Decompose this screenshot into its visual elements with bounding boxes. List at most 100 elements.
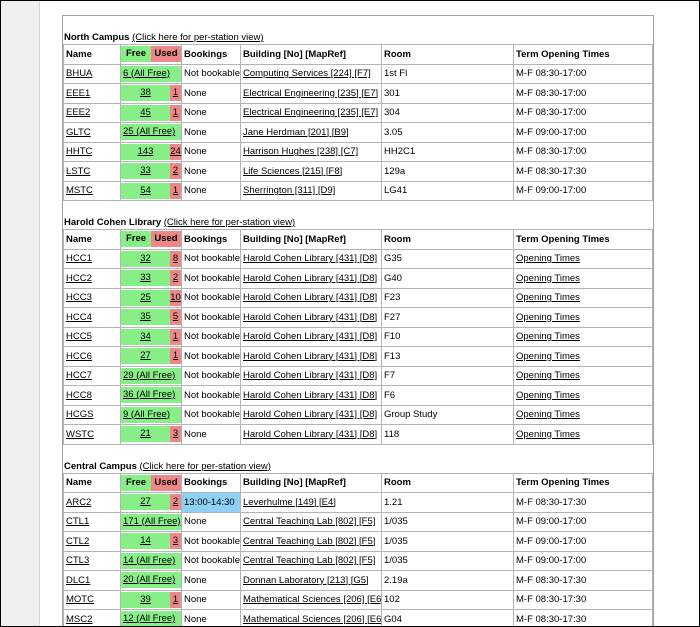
station-link[interactable]: HCC3 [66,292,92,303]
building-link[interactable]: Leverhulme [149] [E4] [243,497,336,508]
building-link[interactable]: Electrical Engineering [235] [E7] [243,88,378,99]
free-count-link[interactable]: 33 [140,165,151,176]
free-count-link[interactable]: 45 [140,107,151,118]
used-count-link[interactable]: 8 [173,253,178,264]
building-link[interactable]: Mathematical Sciences [206] [E6] [243,614,381,625]
used-count-link[interactable]: 3 [173,428,178,439]
opening-times-link[interactable]: Opening Times [516,409,580,420]
building-link[interactable]: Central Teaching Lab [802] [F5] [243,516,375,527]
station-link[interactable]: LSTC [66,166,90,177]
building-link[interactable]: Harold Cohen Library [431] [D8] [243,273,377,284]
building-link[interactable]: Life Sciences [215] [F8] [243,166,342,177]
opening-times-link[interactable]: Opening Times [516,370,580,381]
opening-times-link[interactable]: Opening Times [516,253,580,264]
opening-times-link[interactable]: Opening Times [516,331,580,342]
used-count-link[interactable]: 1 [173,185,178,196]
free-count-link[interactable]: 38 [140,87,151,98]
free-count-link[interactable]: 14 [140,535,151,546]
free-count-link[interactable]: 27 [140,350,151,361]
opening-times-link[interactable]: Opening Times [516,312,580,323]
building-link[interactable]: Harold Cohen Library [431] [D8] [243,312,377,323]
building-link[interactable]: Mathematical Sciences [206] [E6] [243,594,381,605]
station-link[interactable]: EEE1 [66,88,90,99]
used-count-link[interactable]: 1 [173,350,178,361]
building-link[interactable]: Harold Cohen Library [431] [D8] [243,292,377,303]
building-link[interactable]: Computing Services [224] [F7] [243,68,371,79]
station-link[interactable]: CTL2 [66,536,89,547]
used-count-link[interactable]: 1 [173,107,178,118]
free-count-link[interactable]: 29 (All Free) [123,370,175,381]
station-link[interactable]: HCC7 [66,370,92,381]
used-count-link[interactable]: 10 [170,292,180,303]
building-link[interactable]: Harold Cohen Library [431] [D8] [243,409,377,420]
station-link[interactable]: CTL3 [66,555,89,566]
building-link[interactable]: Harold Cohen Library [431] [D8] [243,370,377,381]
used-count-link[interactable]: 2 [173,272,178,283]
used-count-link[interactable]: 5 [173,311,178,322]
free-count-link[interactable]: 143 [138,146,154,157]
per-station-view-link[interactable]: (Click here for per-station view) [132,32,263,43]
building-link[interactable]: Jane Herdman [201] [B9] [243,127,349,138]
station-link[interactable]: HCC1 [66,253,92,264]
station-link[interactable]: HCC8 [66,390,92,401]
station-link[interactable]: MOTC [66,594,94,605]
station-link[interactable]: HCGS [66,409,93,420]
per-station-view-link[interactable]: (Click here for per-station view) [140,461,271,472]
station-link[interactable]: HCC6 [66,351,92,362]
opening-times-link[interactable]: Opening Times [516,273,580,284]
free-count-link[interactable]: 6 (All Free) [123,68,170,79]
free-count-link[interactable]: 21 [140,428,151,439]
free-count-link[interactable]: 35 [140,311,151,322]
free-count-link[interactable]: 27 [140,496,151,507]
free-count-link[interactable]: 32 [140,253,151,264]
station-link[interactable]: GLTC [66,127,91,138]
building-link[interactable]: Electrical Engineering [235] [E7] [243,107,378,118]
used-count-link[interactable]: 1 [173,87,178,98]
station-link[interactable]: EEE2 [66,107,90,118]
free-count-link[interactable]: 39 [140,594,151,605]
used-count-link[interactable]: 1 [173,331,178,342]
station-link[interactable]: MSC2 [66,614,92,625]
used-count-link[interactable]: 24 [170,146,180,157]
used-count-link[interactable]: 2 [173,165,178,176]
free-count-link[interactable]: 9 (All Free) [123,409,170,420]
free-count-link[interactable]: 171 (All Free) [123,516,181,527]
station-link[interactable]: BHUA [66,68,92,79]
building-link[interactable]: Harrison Hughes [238] [C7] [243,146,358,157]
used-count-link[interactable]: 1 [173,594,178,605]
building-link[interactable]: Central Teaching Lab [802] [F5] [243,555,375,566]
station-link[interactable]: ARC2 [66,497,91,508]
building-link[interactable]: Harold Cohen Library [431] [D8] [243,351,377,362]
opening-times-link[interactable]: Opening Times [516,429,580,440]
free-count-link[interactable]: 36 (All Free) [123,389,175,400]
station-link[interactable]: DLC1 [66,575,90,586]
station-link[interactable]: HCC5 [66,331,92,342]
building-link[interactable]: Donnan Laboratory [213] [G5] [243,575,369,586]
building-link[interactable]: Harold Cohen Library [431] [D8] [243,253,377,264]
station-link[interactable]: CTL1 [66,516,89,527]
building-link[interactable]: Harold Cohen Library [431] [D8] [243,331,377,342]
opening-times-link[interactable]: Opening Times [516,351,580,362]
station-link[interactable]: WSTC [66,429,94,440]
opening-times-link[interactable]: Opening Times [516,390,580,401]
building-link[interactable]: Harold Cohen Library [431] [D8] [243,429,377,440]
used-count-link[interactable]: 2 [173,496,178,507]
building-link[interactable]: Harold Cohen Library [431] [D8] [243,390,377,401]
per-station-view-link[interactable]: (Click here for per-station view) [164,217,295,228]
free-count-link[interactable]: 54 [140,185,151,196]
free-count-link[interactable]: 14 (All Free) [123,555,175,566]
station-link[interactable]: HCC2 [66,273,92,284]
free-count-link[interactable]: 25 (All Free) [123,126,175,137]
free-count-link[interactable]: 33 [140,272,151,283]
station-link[interactable]: HHTC [66,146,92,157]
building-link[interactable]: Sherrington [311] [D9] [243,185,335,196]
station-link[interactable]: MSTC [66,185,93,196]
free-count-link[interactable]: 34 [140,331,151,342]
free-count-link[interactable]: 12 (All Free) [123,613,175,624]
building-link[interactable]: Central Teaching Lab [802] [F5] [243,536,375,547]
free-count-link[interactable]: 20 (All Free) [123,574,175,585]
free-count-link[interactable]: 25 [140,292,151,303]
station-link[interactable]: HCC4 [66,312,92,323]
used-count-link[interactable]: 3 [173,535,178,546]
opening-times-link[interactable]: Opening Times [516,292,580,303]
